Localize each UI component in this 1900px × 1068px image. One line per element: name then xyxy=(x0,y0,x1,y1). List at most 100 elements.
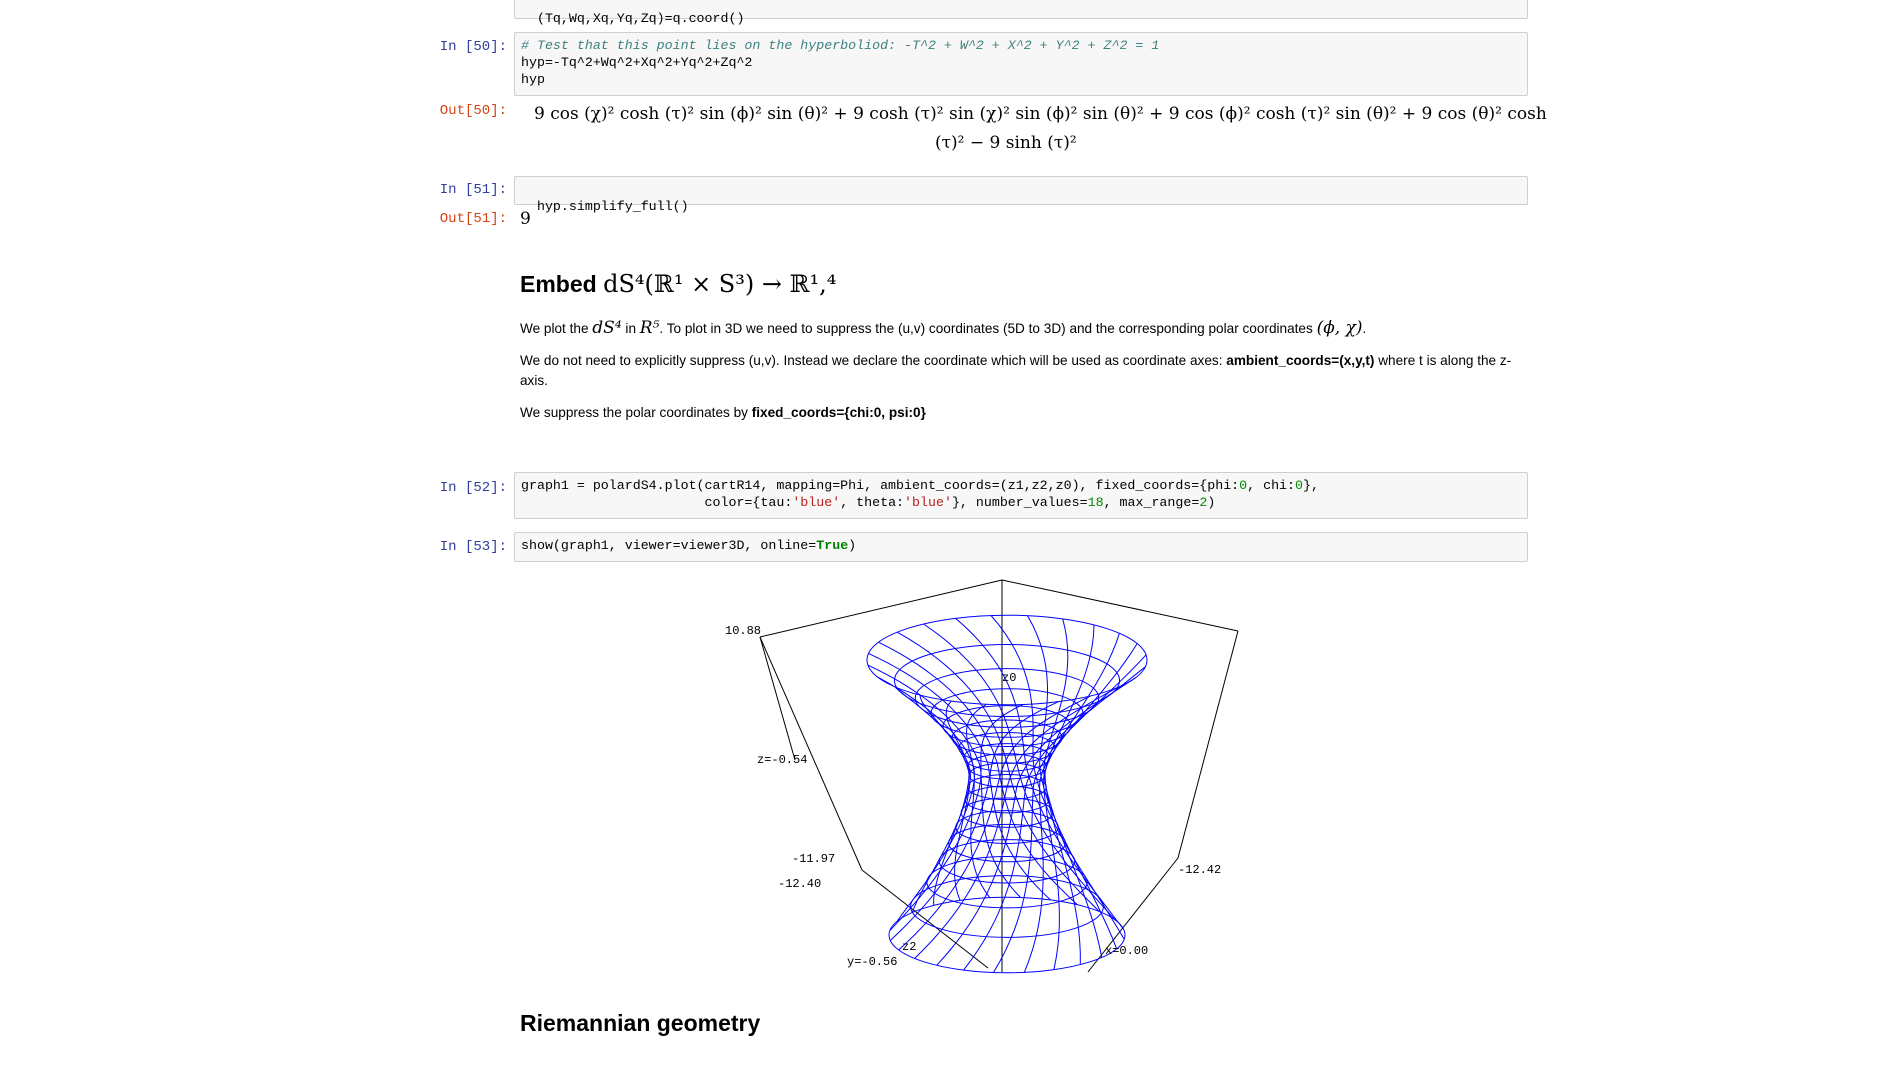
code-text: (Tq,Wq,Xq,Yq,Zq)=q.coord() xyxy=(536,11,745,26)
math-r5: R⁵ xyxy=(639,318,660,338)
code-token: graph1 = polardS4.plot(cartR14, mapping=… xyxy=(521,478,1240,493)
frame-edge xyxy=(1001,579,1239,632)
code-token: 0 xyxy=(1239,478,1248,493)
output-50-line1: 9 cos (χ)² cosh (τ)² sin (ϕ)² sin (θ)² +… xyxy=(534,104,1547,124)
axis-label-y: y=-0.56 xyxy=(847,955,897,969)
surface-meridian xyxy=(990,615,1125,940)
math-ds4: dS⁴ xyxy=(592,318,622,338)
surface-meridian xyxy=(1044,624,1095,965)
frame-edge xyxy=(1177,630,1239,859)
frame-edge xyxy=(759,579,1003,638)
surface-meridian xyxy=(894,686,971,901)
code-cell-51[interactable]: hyp.simplify_full() xyxy=(514,176,1528,214)
bold-text: fixed_coords={chi:0, psi:0} xyxy=(751,405,926,420)
axis-label-x: x=0.00 xyxy=(1105,944,1148,958)
surface-meridian xyxy=(911,700,971,913)
text: . To plot in 3D we need to suppress the … xyxy=(659,321,1317,336)
surface-meridian xyxy=(1043,633,1120,970)
code-token: 'blue' xyxy=(792,495,841,510)
frame-edge xyxy=(759,636,863,871)
surface-meridian xyxy=(896,703,987,922)
surface-ring xyxy=(893,643,1121,717)
surface-meridian xyxy=(919,695,970,906)
code-line: hyp xyxy=(521,72,545,87)
surface-meridian xyxy=(876,676,991,898)
surface-ring xyxy=(960,797,1054,828)
input-prompt-52: In [52]: xyxy=(439,480,507,496)
surface-meridian xyxy=(963,666,1146,971)
surface-ring xyxy=(926,856,1088,909)
text: We plot the xyxy=(520,321,593,336)
paragraph-2: We do not need to explicitly suppress (u… xyxy=(520,351,1520,391)
heading-word: Embed xyxy=(520,271,597,297)
code-token: }, number_values= xyxy=(951,495,1088,510)
surface-ring xyxy=(942,705,1072,748)
surface-ring xyxy=(966,753,1048,780)
surface-ring xyxy=(967,773,1047,801)
surface-meridian xyxy=(914,687,1117,959)
surface-ring xyxy=(955,810,1059,844)
surface-meridian xyxy=(867,664,1021,898)
axis-labels: 10.88 z0 z=-0.54 -11.97 -12.40 -12.42 z2… xyxy=(725,624,1221,969)
output-prompt-51: Out[51]: xyxy=(439,211,507,227)
text: in xyxy=(621,321,640,336)
input-prompt-50: In [50]: xyxy=(439,39,507,55)
markdown-cell-riemannian: Riemannian geometry xyxy=(520,1010,1520,1037)
surface-ring xyxy=(948,823,1066,863)
surface-meridian xyxy=(1023,643,1138,973)
tick-label-x-right: -12.42 xyxy=(1178,863,1221,877)
surface-ring xyxy=(914,668,1100,728)
code-cell-top[interactable]: (Tq,Wq,Xq,Yq,Zq)=q.coord() xyxy=(514,0,1528,26)
input-prompt-51: In [51]: xyxy=(439,182,507,198)
surface-ring xyxy=(888,896,1126,974)
surface-ring xyxy=(866,614,1148,706)
code-cell-53[interactable]: show(graph1, viewer=viewer3D, online=Tru… xyxy=(514,532,1528,562)
surface-ring xyxy=(930,688,1084,738)
surface-meridian xyxy=(1043,618,1103,958)
code-token: , chi: xyxy=(1247,478,1296,493)
surface-ring xyxy=(910,875,1104,938)
code-token: show(graph1, viewer=viewer3D, online= xyxy=(521,538,817,553)
code-token: color={tau: xyxy=(521,495,793,510)
code-token: True xyxy=(816,538,849,553)
code-token: ) xyxy=(848,538,857,553)
markdown-cell: Embed dS⁴(ℝ¹ × S³) → ℝ¹,⁴ We plot the dS… xyxy=(520,270,1520,423)
code-text: hyp.simplify_full() xyxy=(536,199,689,214)
code-token: , theta: xyxy=(840,495,905,510)
paragraph-3: We suppress the polar coordinates by fix… xyxy=(520,403,1520,423)
surface-meridian xyxy=(878,641,1078,906)
surface-meridian xyxy=(889,701,1059,941)
heading-math: dS⁴(ℝ¹ × S³) → ℝ¹,⁴ xyxy=(603,270,837,298)
surface-meridian xyxy=(897,631,1100,912)
frame-edge xyxy=(861,869,989,969)
axis-label-z0: z0 xyxy=(1002,671,1016,685)
tick-label-z-top: 10.88 xyxy=(725,624,761,638)
output-50-line2: (τ)² − 9 sinh (τ)² xyxy=(935,133,1077,153)
tick-label-z-low1: -11.97 xyxy=(792,852,835,866)
surface-meridian xyxy=(898,695,1091,951)
section-heading-embed: Embed dS⁴(ℝ¹ × S³) → ℝ¹,⁴ xyxy=(520,270,1520,298)
surface-meridian xyxy=(923,623,1116,921)
surface-meridian xyxy=(936,677,1136,966)
frame-edge xyxy=(1087,857,1179,973)
code-token: 'blue' xyxy=(904,495,952,510)
surface-meridian xyxy=(868,652,1051,901)
input-prompt-53: In [53]: xyxy=(439,539,507,555)
paragraph-1: We plot the dS⁴ in R⁵. To plot in 3D we … xyxy=(520,318,1520,339)
code-cell-52[interactable]: graph1 = polardS4.plot(cartR14, mapping=… xyxy=(514,472,1528,519)
code-token: ) xyxy=(1207,495,1216,510)
tick-label-z-low2: -12.40 xyxy=(778,877,821,891)
surface-ring xyxy=(938,839,1076,884)
surface-meridian xyxy=(889,704,1024,932)
frame-edge xyxy=(759,636,796,761)
code-token: 18 xyxy=(1087,495,1104,510)
surface-ring xyxy=(968,762,1046,788)
code-cell-50[interactable]: # Test that this point lies on the hyper… xyxy=(514,32,1528,96)
output-prompt-50: Out[50]: xyxy=(439,103,507,119)
hyperboloid-surface xyxy=(866,614,1148,974)
surface-ring xyxy=(951,719,1063,756)
surface-meridian xyxy=(993,654,1147,973)
output-51-value: 9 xyxy=(520,209,531,229)
tick-label-z-mid: z=-0.54 xyxy=(757,753,807,767)
surface-meridian xyxy=(1027,615,1118,950)
